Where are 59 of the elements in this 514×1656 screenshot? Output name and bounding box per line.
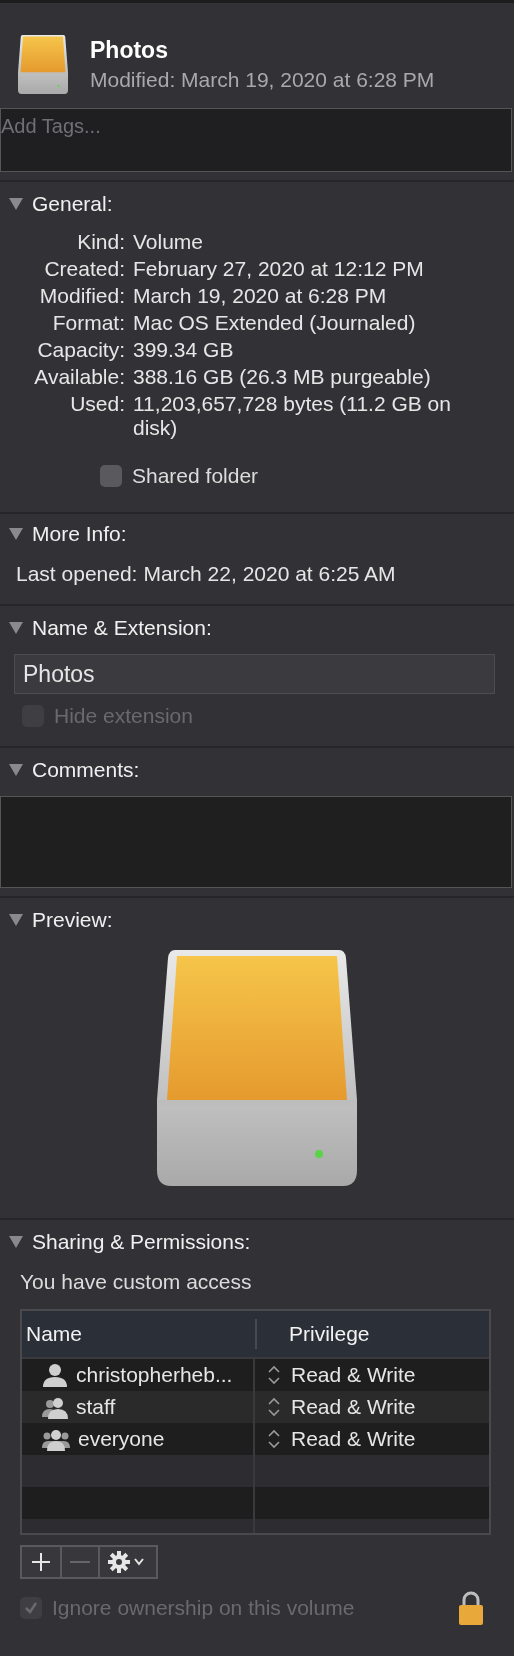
disclosure-triangle-icon[interactable]	[8, 913, 24, 927]
checkbox-label: Hide extension	[54, 704, 193, 728]
disclosure-triangle-icon[interactable]	[8, 763, 24, 777]
user-name: christopherheb...	[76, 1363, 233, 1387]
stepper-chevron-icon	[267, 1428, 281, 1450]
info-value: 11,203,657,728 bytes (11.2 GB on disk)	[133, 392, 452, 440]
info-label: Format:	[51, 311, 125, 335]
info-label: Kind:	[76, 230, 125, 254]
info-value: Volume	[133, 230, 205, 254]
privilege-popup[interactable]: Read & Write	[255, 1391, 489, 1423]
info-label: Used:	[69, 392, 125, 417]
file-title: Photos	[90, 37, 169, 64]
info-label: Capacity:	[36, 338, 125, 362]
info-value: February 27, 2020 at 12:12 PM	[133, 257, 425, 281]
info-value: Mac OS Extended (Journaled)	[133, 311, 417, 335]
section-title: Comments:	[32, 758, 140, 782]
info-label: Created:	[43, 257, 125, 281]
info-label: Last opened:	[16, 562, 138, 586]
checkbox-label: Ignore ownership on this volume	[52, 1596, 355, 1620]
privilege-popup[interactable]: Read & Write	[255, 1423, 489, 1455]
section-title: More Info:	[32, 522, 127, 546]
tags-field[interactable]: Add Tags...	[0, 108, 512, 172]
stepper-chevron-icon	[267, 1396, 281, 1418]
group-icon	[42, 1395, 68, 1419]
name-field[interactable]: Photos	[14, 654, 495, 694]
checkbox-label: Shared folder	[132, 464, 259, 488]
modified-date: Modified: March 19, 2020 at 6:28 PM	[90, 68, 435, 92]
comments-field[interactable]	[0, 796, 512, 888]
section-title: Name & Extension:	[32, 616, 212, 640]
drive-icon	[16, 34, 70, 95]
section-title: Preview:	[32, 908, 113, 932]
column-header[interactable]: Name	[22, 1322, 255, 1346]
checkbox[interactable]	[100, 465, 122, 487]
disclosure-triangle-icon[interactable]	[8, 527, 24, 541]
group-icon	[42, 1427, 70, 1451]
info-value: March 22, 2020 at 6:25 AM	[143, 562, 396, 586]
person-icon	[42, 1363, 68, 1387]
info-label: Modified:	[38, 284, 125, 308]
action-menu-button[interactable]	[98, 1547, 156, 1577]
privilege-popup[interactable]: Read & Write	[255, 1359, 489, 1391]
disclosure-triangle-icon[interactable]	[8, 621, 24, 635]
access-text: You have custom access	[19, 1269, 253, 1294]
disclosure-triangle-icon[interactable]	[8, 1235, 24, 1249]
plus-icon	[31, 1552, 51, 1572]
section-title: General:	[32, 192, 113, 216]
info-value: 388.16 GB (26.3 MB purgeable)	[133, 365, 432, 389]
user-name: staff	[76, 1395, 116, 1419]
stepper-chevron-icon	[267, 1364, 281, 1386]
disclosure-triangle-icon[interactable]	[8, 197, 24, 211]
add-button[interactable]	[22, 1547, 60, 1577]
info-label: Available:	[33, 365, 125, 389]
column-header[interactable]: Privilege	[255, 1319, 489, 1349]
info-value: 399.34 GB	[133, 338, 235, 362]
user-name: everyone	[78, 1427, 165, 1451]
check-icon	[23, 1600, 39, 1616]
info-value: March 19, 2020 at 6:28 PM	[133, 284, 388, 308]
padlock-icon[interactable]	[458, 1591, 484, 1625]
minus-icon	[70, 1560, 90, 1564]
section-title: Sharing & Permissions:	[32, 1230, 251, 1254]
